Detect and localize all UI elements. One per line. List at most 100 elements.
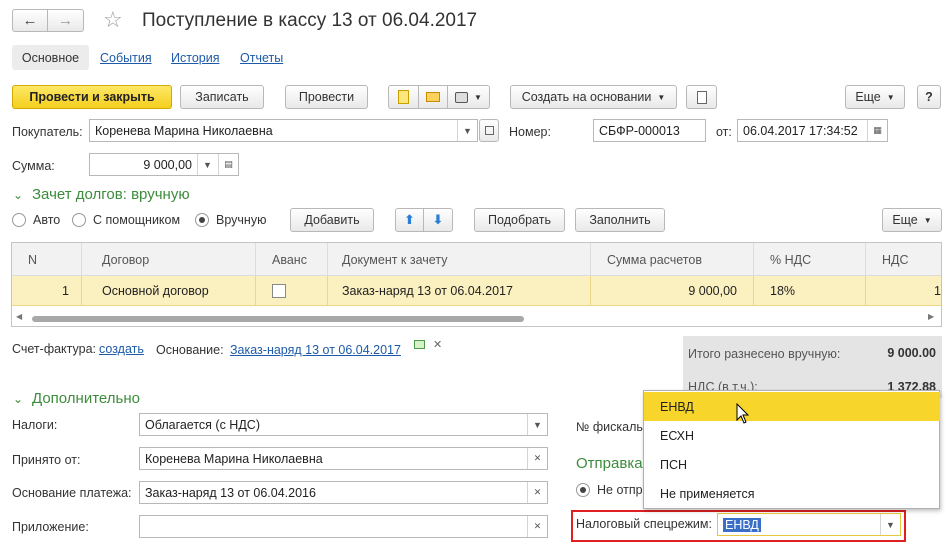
tax-regime-field[interactable]: ЕНВД ▼ — [717, 513, 901, 536]
radio-auto[interactable] — [12, 213, 26, 227]
scroll-left-icon[interactable]: ◀ — [16, 312, 22, 321]
move-down-button[interactable]: ⬇ — [423, 208, 453, 232]
header-n[interactable]: N — [12, 243, 82, 276]
print-button[interactable]: ▼ — [447, 85, 490, 109]
mail-button[interactable] — [418, 85, 448, 109]
radio-no-send[interactable] — [576, 483, 590, 497]
clear-icon[interactable]: ✕ — [527, 516, 547, 537]
header-sum[interactable]: Сумма расчетов — [591, 243, 754, 276]
more-label: Еще — [855, 90, 881, 104]
send-section-title[interactable]: Отправка — [576, 455, 643, 472]
buyer-field[interactable]: Коренева Марина Николаевна ▼ — [89, 119, 478, 142]
clear-icon[interactable]: ✕ — [527, 482, 547, 503]
back-button[interactable]: ← — [12, 9, 48, 32]
cell-vat-rate: 18% — [754, 276, 866, 306]
cell-vat: 1 — [934, 284, 941, 298]
chevron-down-icon: ▼ — [886, 92, 895, 102]
radio-manual[interactable] — [195, 213, 209, 227]
tab-history[interactable]: История — [171, 51, 219, 65]
chevron-down-icon[interactable]: ▼ — [527, 414, 547, 435]
collapse-extra-icon[interactable]: ⌄ — [13, 392, 23, 406]
page-title: Поступление в кассу 13 от 06.04.2017 — [142, 10, 478, 31]
header-contract[interactable]: Договор — [82, 243, 256, 276]
fiscal-number-label: № фискаль — [576, 420, 643, 434]
calendar-icon[interactable]: ▦ — [867, 120, 887, 141]
scrollbar-thumb[interactable] — [32, 316, 524, 322]
create-based-on-button[interactable]: Создать на основании ▼ — [510, 85, 677, 109]
save-button[interactable]: Записать — [180, 85, 264, 109]
table-row[interactable]: 1 Основной договор Заказ-наряд 13 от 06.… — [12, 276, 941, 306]
forward-button[interactable]: → — [47, 9, 84, 32]
tab-events[interactable]: События — [100, 51, 152, 65]
cell-n: 1 — [12, 276, 82, 306]
radio-assistant-label: С помощником — [93, 213, 181, 227]
report-button[interactable] — [686, 85, 717, 109]
advance-checkbox[interactable] — [272, 284, 286, 298]
scroll-right-icon[interactable]: ▶ — [928, 312, 934, 321]
tab-reports[interactable]: Отчеты — [240, 51, 283, 65]
basis-link[interactable]: Заказ-наряд 13 от 06.04.2017 — [230, 343, 401, 357]
dropdown-item-psn[interactable]: ПСН — [644, 450, 940, 479]
debts-table: N Договор Аванс Документ к зачету Сумма … — [11, 242, 942, 327]
add-button[interactable]: Добавить — [290, 208, 374, 232]
chevron-down-icon[interactable]: ▼ — [880, 514, 900, 535]
printer-icon — [455, 91, 469, 103]
tab-main[interactable]: Основное — [12, 45, 89, 70]
header-document[interactable]: Документ к зачету — [328, 243, 591, 276]
debts-section-title[interactable]: Зачет долгов: вручную — [32, 186, 190, 203]
attachment-field[interactable]: ✕ — [139, 515, 548, 538]
arrow-right-icon: → — [58, 12, 73, 29]
chevron-down-icon: ▼ — [657, 92, 666, 102]
more-button[interactable]: Еще ▼ — [845, 85, 905, 109]
document-structure-icon — [398, 90, 409, 104]
create-based-on-label: Создать на основании — [521, 90, 652, 104]
chevron-down-icon[interactable]: ▼ — [197, 154, 217, 175]
dropdown-item-eskhn[interactable]: ЕСХН — [644, 421, 940, 450]
cell-advance — [256, 276, 328, 306]
header-vat-rate[interactable]: % НДС — [754, 243, 866, 276]
received-from-field[interactable]: Коренева Марина Николаевна ✕ — [139, 447, 548, 470]
attachment-label: Приложение: — [12, 520, 89, 534]
amount-field[interactable]: 9 000,00 ▼ ▤ — [89, 153, 239, 176]
dropdown-item-not-applied[interactable]: Не применяется — [644, 479, 940, 508]
payment-basis-label: Основание платежа: — [12, 486, 132, 500]
post-and-close-button[interactable]: Провести и закрыть — [12, 85, 172, 109]
move-up-button[interactable]: ⬆ — [395, 208, 424, 232]
add-label: Добавить — [304, 213, 360, 227]
payment-basis-field[interactable]: Заказ-наряд 13 от 06.04.2016 ✕ — [139, 481, 548, 504]
cell-document: Заказ-наряд 13 от 06.04.2017 — [328, 276, 591, 306]
tax-regime-dropdown: ЕНВД ЕСХН ПСН Не применяется — [643, 390, 940, 509]
chevron-down-icon: ▼ — [474, 92, 482, 102]
date-field[interactable]: 06.04.2017 17:34:52 ▦ — [737, 119, 888, 142]
buyer-value: Коренева Марина Николаевна — [95, 123, 273, 138]
create-invoice-link[interactable]: создать — [99, 342, 144, 356]
table-more-button[interactable]: Еще ▼ — [882, 208, 942, 232]
taxes-field[interactable]: Облагается (с НДС) ▼ — [139, 413, 548, 436]
post-button[interactable]: Провести — [285, 85, 368, 109]
select-basis-icon[interactable] — [414, 340, 425, 349]
chevron-down-icon[interactable]: ▼ — [457, 120, 477, 141]
date-label: от: — [716, 125, 732, 139]
amount-value: 9 000,00 — [143, 157, 192, 172]
pick-button[interactable]: Подобрать — [474, 208, 565, 232]
help-button[interactable]: ? — [917, 85, 941, 109]
tab-main-label: Основное — [21, 50, 80, 65]
radio-assistant[interactable] — [72, 213, 86, 227]
payment-basis-value: Заказ-наряд 13 от 06.04.2016 — [145, 485, 316, 500]
open-buyer-button[interactable] — [479, 119, 499, 142]
calculator-icon[interactable]: ▤ — [218, 154, 238, 175]
number-field[interactable]: СБФР-000013 — [593, 119, 706, 142]
fill-button[interactable]: Заполнить — [575, 208, 665, 232]
dropdown-item-envd[interactable]: ЕНВД — [644, 392, 940, 421]
clear-basis-icon[interactable]: ✕ — [433, 338, 442, 351]
header-vat[interactable]: НДС — [866, 243, 941, 276]
totals-manual-value: 9 000.00 — [887, 346, 936, 360]
clear-icon[interactable]: ✕ — [527, 448, 547, 469]
horizontal-scrollbar[interactable]: ◀ ▶ — [12, 312, 941, 325]
envelope-icon — [426, 92, 440, 102]
header-advance[interactable]: Аванс — [256, 243, 328, 276]
structure-button[interactable] — [388, 85, 419, 109]
favorite-star-icon[interactable]: ☆ — [103, 7, 123, 33]
collapse-debts-icon[interactable]: ⌄ — [13, 188, 23, 202]
extra-section-title[interactable]: Дополнительно — [32, 390, 140, 407]
